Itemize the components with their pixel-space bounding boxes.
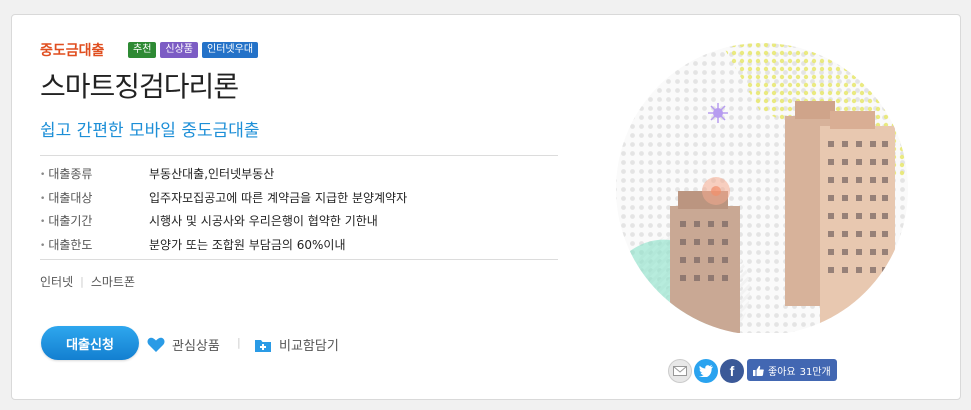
- badge-new: 신상품: [160, 42, 199, 58]
- product-card: 중도금대출 추천 신상품 인터넷우대 스마트징검다리론 쉽고 간편한 모바일 중…: [11, 14, 961, 400]
- facebook-icon[interactable]: f: [720, 359, 744, 383]
- info-label: 대출기간: [40, 212, 149, 229]
- channel-smartphone: 스마트폰: [90, 275, 136, 289]
- folder-add-icon: [255, 339, 271, 352]
- product-subtitle: 쉽고 간편한 모바일 중도금대출: [40, 121, 260, 141]
- info-value: 부동산대출,인터넷부동산: [149, 167, 275, 182]
- facebook-like-button[interactable]: 좋아요 31만개: [747, 359, 837, 381]
- separator: |: [237, 336, 241, 349]
- badge-recommended: 추천: [128, 42, 157, 58]
- share-group: f: [668, 359, 744, 383]
- badge-group: 추천 신상품 인터넷우대: [128, 42, 259, 58]
- channel-internet: 인터넷: [40, 275, 74, 289]
- divider: [40, 259, 558, 260]
- product-title: 스마트징검다리론: [40, 70, 239, 103]
- info-value: 분양가 또는 조합원 부담금의 60%이내: [149, 237, 346, 252]
- info-row: 대출대상 입주자모집공고에 따른 계약금을 지급한 분양계약자: [40, 186, 558, 210]
- apply-button[interactable]: 대출신청: [41, 326, 139, 360]
- channel-list: 인터넷 | 스마트폰: [40, 273, 135, 290]
- product-category: 중도금대출: [40, 43, 105, 59]
- info-value: 시행사 및 시공사와 우리은행이 협약한 기한내: [149, 214, 378, 229]
- info-row: 대출한도 분양가 또는 조합원 부담금의 60%이내: [40, 233, 558, 257]
- wishlist-button[interactable]: 관심상품: [147, 335, 220, 354]
- info-list: 대출종류 부동산대출,인터넷부동산 대출대상 입주자모집공고에 따른 계약금을 …: [40, 162, 558, 256]
- like-count: 31만개: [799, 366, 831, 378]
- divider: [40, 155, 558, 156]
- apartment-illustration: [616, 43, 908, 333]
- separator: |: [80, 275, 84, 288]
- info-row: 대출종류 부동산대출,인터넷부동산: [40, 162, 558, 186]
- compare-button[interactable]: 비교함담기: [254, 335, 339, 354]
- twitter-icon[interactable]: [694, 359, 718, 383]
- info-label: 대출대상: [40, 189, 149, 206]
- mail-icon[interactable]: [668, 359, 692, 383]
- thumbs-up-icon: [753, 365, 764, 376]
- wishlist-label: 관심상품: [172, 339, 220, 354]
- info-label: 대출한도: [40, 236, 149, 253]
- info-value: 입주자모집공고에 따른 계약금을 지급한 분양계약자: [149, 190, 408, 205]
- heart-icon: [147, 337, 165, 352]
- compare-label: 비교함담기: [279, 339, 339, 354]
- badge-internet: 인터넷우대: [202, 42, 259, 58]
- like-label: 좋아요: [768, 366, 796, 378]
- info-label: 대출종류: [40, 165, 149, 182]
- info-row: 대출기간 시행사 및 시공사와 우리은행이 협약한 기한내: [40, 209, 558, 233]
